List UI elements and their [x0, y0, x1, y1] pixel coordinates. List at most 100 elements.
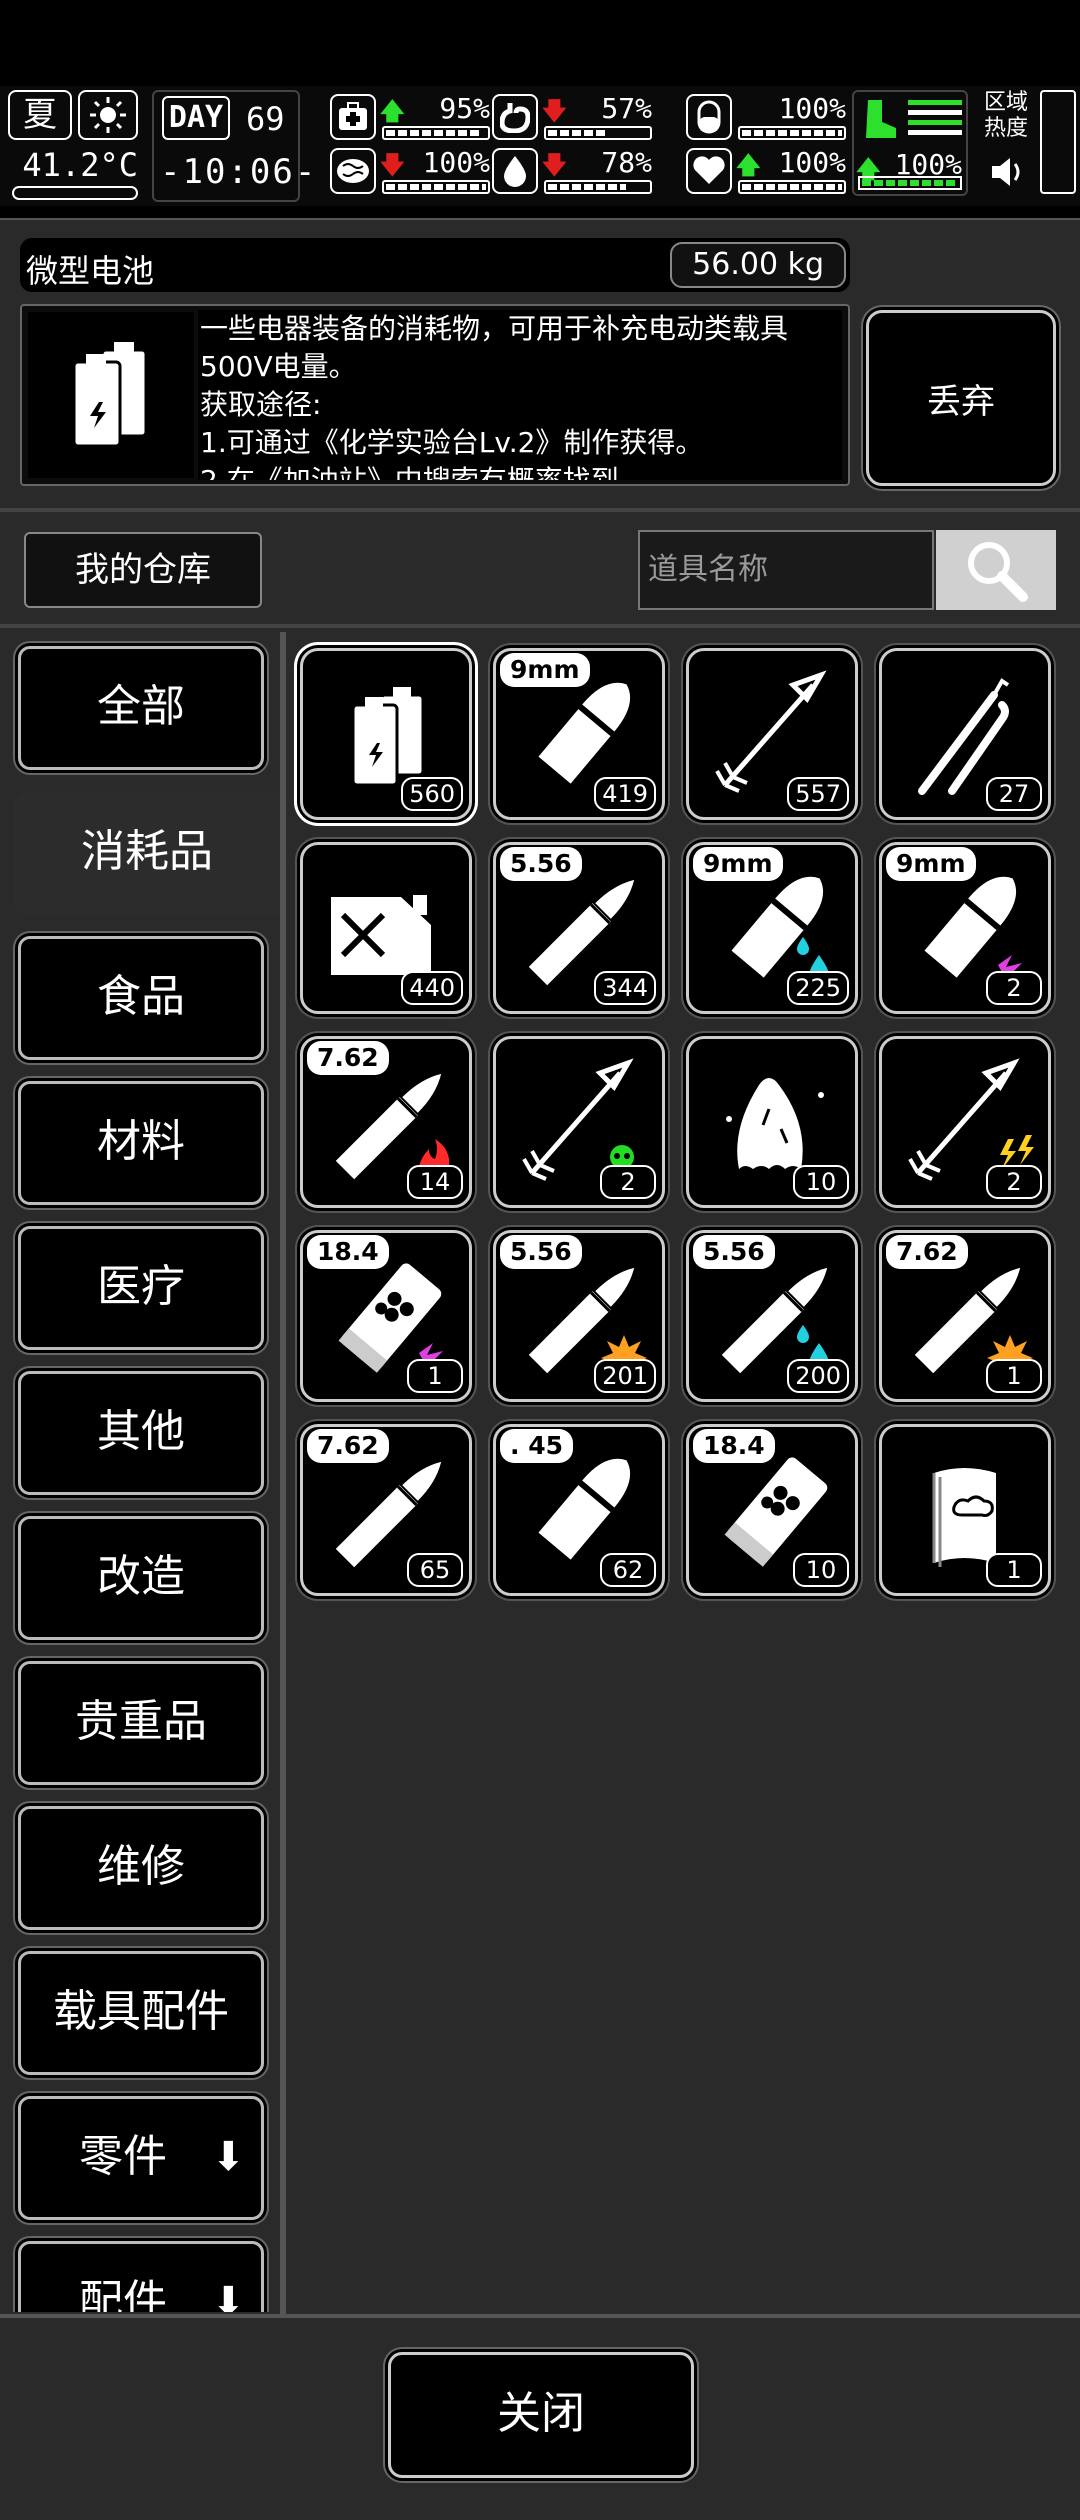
- category-label: 零件: [79, 2131, 167, 2182]
- item-description[interactable]: 一些电器装备的消耗物，可用于补充电动类载具500V电量。 获取途径: 1.可通过…: [198, 310, 842, 480]
- category-tab-1[interactable]: 消耗品: [14, 791, 280, 915]
- stat-pill: 100%: [686, 92, 846, 144]
- day-number: 69: [246, 100, 285, 138]
- caliber-badge: 7.62: [307, 1429, 389, 1463]
- category-label: 改造: [97, 1551, 185, 1602]
- inventory-slot[interactable]: 9mm 225: [686, 842, 858, 1014]
- inventory-slot[interactable]: 7.62 14: [300, 1036, 472, 1208]
- divider: [0, 624, 1080, 628]
- drop-button[interactable]: 丢弃: [866, 310, 1056, 486]
- stat-value: 95%: [439, 92, 490, 125]
- category-tab-0[interactable]: 全部: [18, 646, 264, 770]
- category-label: 载具配件: [53, 1986, 229, 2037]
- search-button[interactable]: [936, 530, 1056, 610]
- caliber-badge: 9mm: [693, 847, 783, 881]
- stamina-stripes: [908, 100, 962, 140]
- inventory-slot[interactable]: 557: [686, 648, 858, 820]
- category-label: 食品: [97, 971, 185, 1022]
- item-count: 2: [986, 971, 1042, 1005]
- stamina-bar: [858, 176, 962, 190]
- inventory-slot[interactable]: 10: [686, 1036, 858, 1208]
- category-tab-7[interactable]: 贵重品: [18, 1661, 264, 1785]
- caliber-badge: 5.56: [500, 847, 582, 881]
- search-input[interactable]: 道具名称: [638, 530, 934, 610]
- inventory-slot[interactable]: 440: [300, 842, 472, 1014]
- close-button[interactable]: 关闭: [388, 2352, 694, 2478]
- status-bar: 夏 41.2°C DAY 69 -10:06- 🡅 95% 🡇 57% 100% 🡇 100…: [0, 86, 1080, 206]
- water-drop-icon: [492, 148, 538, 194]
- inventory-slot[interactable]: 18.4 10: [686, 1424, 858, 1596]
- stomach-icon: [492, 94, 538, 140]
- inventory-slot[interactable]: 9mm 419: [493, 648, 665, 820]
- sun-icon: [78, 90, 138, 140]
- category-tab-5[interactable]: 其他: [18, 1371, 264, 1495]
- inventory-slot[interactable]: 27: [879, 648, 1051, 820]
- divider: [0, 2314, 1080, 2318]
- category-label: 贵重品: [75, 1696, 207, 1747]
- inventory-slot[interactable]: 560: [300, 648, 472, 820]
- stat-value: 100%: [778, 146, 846, 179]
- item-name: 微型电池: [26, 252, 155, 290]
- season-badge: 夏: [8, 90, 72, 140]
- category-tab-11[interactable]: 配件 ⬇: [18, 2241, 264, 2312]
- item-count: 557: [787, 777, 849, 811]
- caliber-badge: 18.4: [693, 1429, 775, 1463]
- category-tab-3[interactable]: 材料: [18, 1081, 264, 1205]
- category-tab-10[interactable]: 零件 ⬇: [18, 2096, 264, 2220]
- inventory-slot[interactable]: 7.62 65: [300, 1424, 472, 1596]
- category-label: 消耗品: [81, 826, 213, 877]
- expand-down-icon: ⬇: [211, 2279, 245, 2312]
- inventory-slot[interactable]: 2: [493, 1036, 665, 1208]
- speaker-icon[interactable]: [988, 152, 1028, 192]
- inventory-slot[interactable]: 7.62 1: [879, 1230, 1051, 1402]
- category-tab-8[interactable]: 维修: [18, 1806, 264, 1930]
- category-label: 其他: [97, 1406, 185, 1457]
- stat-value: 78%: [601, 146, 652, 179]
- stat-bar: [738, 126, 846, 140]
- item-count: 2: [986, 1165, 1042, 1199]
- item-count: 62: [600, 1553, 656, 1587]
- category-label: 维修: [97, 1841, 185, 1892]
- inventory-slot[interactable]: 18.4 1: [300, 1230, 472, 1402]
- stat-medkit: 🡅 95%: [330, 92, 490, 144]
- category-tab-2[interactable]: 食品: [18, 936, 264, 1060]
- medkit-icon: [330, 94, 376, 140]
- caliber-badge: 7.62: [307, 1041, 389, 1075]
- brain-icon: [330, 148, 376, 194]
- category-tab-6[interactable]: 改造: [18, 1516, 264, 1640]
- season-label: 夏: [23, 95, 57, 135]
- clock-readout: -10:06-: [160, 152, 318, 192]
- boot-icon: [866, 100, 896, 138]
- inventory-slot[interactable]: 5.56 200: [686, 1230, 858, 1402]
- item-count: 27: [986, 777, 1042, 811]
- item-weight: 56.00 kg: [670, 242, 846, 288]
- stat-bar: [544, 126, 652, 140]
- item-count: 10: [793, 1165, 849, 1199]
- stamina-panel: 🡅 100%: [852, 90, 968, 196]
- inventory-slot[interactable]: 1: [879, 1424, 1051, 1596]
- item-count: 440: [401, 971, 463, 1005]
- item-count: 65: [407, 1553, 463, 1587]
- category-tab-9[interactable]: 载具配件: [18, 1951, 264, 2075]
- item-count: 419: [594, 777, 656, 811]
- inventory-panel: 微型电池 56.00 kg 一些电器装备的消耗物，可用于补充电动类载具500V电…: [0, 218, 1080, 2520]
- stat-water-drop: 🡇 78%: [492, 146, 652, 198]
- item-count: 1: [986, 1359, 1042, 1393]
- inventory-slot[interactable]: 9mm 2: [879, 842, 1051, 1014]
- inventory-slot[interactable]: 5.56 344: [493, 842, 665, 1014]
- category-label: 全部: [97, 681, 185, 732]
- my-warehouse-button[interactable]: 我的仓库: [24, 532, 262, 608]
- expand-down-icon: ⬇: [211, 2134, 245, 2180]
- stat-bar: [544, 180, 652, 194]
- category-list[interactable]: 全部 消耗品 食品 材料 医疗 其他 改造 贵重品 维修 载具配件 零件 ⬇ 配件 ⬇: [0, 632, 280, 2312]
- caliber-badge: 18.4: [307, 1235, 389, 1269]
- inventory-slot[interactable]: . 45 62: [493, 1424, 665, 1596]
- category-tab-4[interactable]: 医疗: [18, 1226, 264, 1350]
- inventory-slot[interactable]: 2: [879, 1036, 1051, 1208]
- category-label: 医疗: [97, 1261, 185, 1312]
- stat-value: 100%: [778, 92, 846, 125]
- item-thumbnail: [28, 312, 194, 478]
- category-label: 材料: [97, 1116, 185, 1167]
- stat-bar: [382, 126, 490, 140]
- inventory-slot[interactable]: 5.56 201: [493, 1230, 665, 1402]
